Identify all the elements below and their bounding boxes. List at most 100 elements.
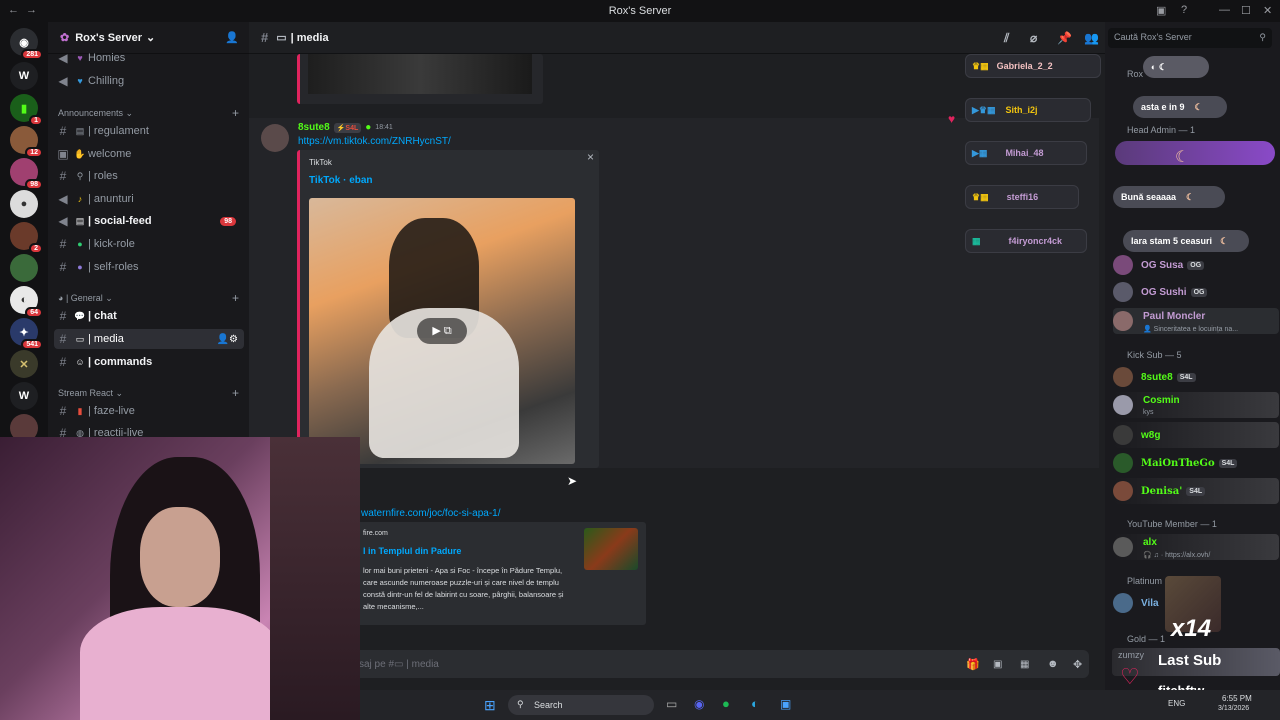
category-announcements[interactable]: Announcements ⌄ bbox=[58, 108, 133, 119]
emoji-icon[interactable]: ☻ bbox=[1047, 658, 1059, 670]
channel-faze-live[interactable]: # ▮ | faze-live bbox=[54, 401, 244, 421]
mute-icon[interactable]: ⌀ bbox=[1030, 31, 1037, 45]
category-general[interactable]: ◕ | General ⌄ bbox=[58, 293, 113, 304]
threads-icon[interactable]: ⫽ bbox=[1004, 31, 1009, 46]
video-thumbnail[interactable]: ▶ ⧉ bbox=[309, 198, 575, 464]
server-kick-icon[interactable]: ▮ 1 bbox=[10, 94, 43, 126]
title-bar: ← → Rox's Server ▣ ? — ☐ ✕ bbox=[0, 0, 1280, 22]
live-icon: ▮ bbox=[77, 405, 83, 416]
clock-time[interactable]: 6:55 PM bbox=[1222, 694, 1252, 703]
channel-chat[interactable]: # 💬 | chat bbox=[54, 306, 244, 326]
previous-media[interactable] bbox=[308, 54, 532, 94]
channel-self-roles[interactable]: # ● | self-roles bbox=[54, 257, 244, 277]
app-icon[interactable]: ▣ bbox=[780, 697, 791, 711]
embed-title[interactable]: TikTok · eban bbox=[309, 175, 373, 186]
channel-anunturi[interactable]: ◀ ♪ | anunturi bbox=[54, 189, 244, 209]
voice-channel-homies[interactable]: ◀ ♥ Homies bbox=[54, 48, 244, 68]
member-row[interactable]: Cosmin kys bbox=[1113, 392, 1279, 418]
message-input[interactable]: saj pe #▭ | media 🎁 ▣ ▦ ☻ ✥ bbox=[349, 650, 1089, 678]
minimize-icon[interactable]: — bbox=[1219, 4, 1230, 16]
server-avatar-icon[interactable]: ● bbox=[10, 190, 38, 218]
badge: 541 bbox=[21, 339, 43, 350]
add-user-icon[interactable]: 👤 bbox=[225, 31, 239, 44]
add-channel-icon[interactable]: + bbox=[232, 291, 239, 305]
megaphone-icon: ◀ bbox=[58, 192, 68, 206]
server-avatar-icon[interactable]: 12 bbox=[10, 126, 43, 158]
message-link[interactable]: waternfire.com/joc/foc-si-apa-1/ bbox=[361, 508, 501, 519]
channel-commands[interactable]: # ☺ | commands bbox=[54, 352, 244, 372]
add-channel-icon[interactable]: + bbox=[232, 106, 239, 120]
member-row-highlighted[interactable]: ☾ bbox=[1115, 141, 1275, 166]
spotify-icon[interactable]: ● bbox=[722, 696, 730, 711]
member-row[interactable]: OG Susa OG bbox=[1113, 252, 1279, 278]
help-icon[interactable]: ? bbox=[1181, 4, 1187, 16]
member-row[interactable]: alx 🎧 ♫ · https://alx.ovh/ bbox=[1113, 534, 1279, 560]
windows-start-icon[interactable]: ⊞ bbox=[484, 697, 496, 714]
embed-title[interactable]: l in Templul din Padure bbox=[363, 546, 461, 556]
close-embed-icon[interactable]: × bbox=[587, 150, 594, 164]
maximize-icon[interactable]: ☐ bbox=[1241, 4, 1251, 17]
add-channel-icon[interactable]: + bbox=[232, 386, 239, 400]
member-row[interactable]: OG Sushi OG bbox=[1113, 279, 1279, 305]
channel-kick-role[interactable]: # ● | kick-role bbox=[54, 234, 244, 254]
server-avatar-icon[interactable]: 98 bbox=[10, 158, 43, 190]
channel-welcome[interactable]: ▣ ✋ welcome bbox=[54, 144, 244, 164]
embed-thumbnail[interactable] bbox=[584, 528, 638, 570]
pin-icon[interactable]: 📌 bbox=[1057, 31, 1072, 45]
category-stream-react[interactable]: Stream React ⌄ bbox=[58, 388, 123, 399]
voice-user[interactable]: ♛▦ Gabriela_2_2 bbox=[965, 54, 1101, 78]
avatar bbox=[1113, 425, 1133, 445]
server-search[interactable]: Caută Rox's Server ⚲ bbox=[1108, 28, 1272, 48]
gif-icon[interactable]: ▣ bbox=[993, 659, 1002, 670]
moon-icon: ☾ bbox=[1175, 149, 1190, 166]
tiktok-embed: TikTok TikTok · eban × ▶ ⧉ bbox=[297, 150, 599, 468]
inbox-icon[interactable]: ▣ bbox=[1156, 4, 1166, 17]
server-avatar-icon[interactable]: ✦ 541 bbox=[10, 318, 43, 350]
last-sub-label: Last Sub bbox=[1158, 652, 1222, 669]
embed-provider: TikTok bbox=[309, 158, 332, 167]
webcam-feed bbox=[0, 437, 360, 720]
clock-date[interactable]: 3/13/2026 bbox=[1218, 705, 1249, 712]
discord-icon[interactable]: ◉ bbox=[694, 697, 704, 711]
server-avatar-icon[interactable]: ✕ bbox=[10, 350, 38, 378]
apps-icon[interactable]: ✥ bbox=[1073, 658, 1082, 671]
channel-social-feed[interactable]: ◀ ▤ | social-feed 98 bbox=[54, 211, 244, 231]
language-indicator[interactable]: ENG bbox=[1168, 699, 1185, 708]
message-author[interactable]: 8sute8 bbox=[298, 122, 330, 133]
message-link[interactable]: https://vm.tiktok.com/ZNRHycnST/ bbox=[298, 136, 451, 147]
edge-icon[interactable]: ◐ bbox=[751, 696, 759, 711]
server-avatar-icon[interactable]: 2 bbox=[10, 222, 43, 254]
member-row[interactable]: Denisa' S4L bbox=[1113, 478, 1279, 504]
member-row[interactable]: w8g bbox=[1113, 422, 1279, 448]
voice-channel-chilling[interactable]: ◀ ♥ Chilling bbox=[54, 71, 244, 91]
voice-user[interactable]: ▶♛▦ Sith_i2j bbox=[965, 98, 1091, 122]
voice-user[interactable]: ♛▦ steffi16 bbox=[965, 185, 1079, 209]
server-icon: ✿ bbox=[60, 32, 70, 44]
server-avatar-icon[interactable]: ◐ 64 bbox=[10, 286, 43, 318]
member-list-icon[interactable]: 👥 bbox=[1084, 31, 1099, 45]
gift-icon[interactable]: 🎁 bbox=[966, 658, 980, 671]
member-row[interactable]: MaiOnTheGo S4L bbox=[1113, 450, 1279, 476]
channel-media[interactable]: # ▭ | media 👤⚙ bbox=[54, 329, 244, 349]
channel-roles[interactable]: # ⚲ | roles bbox=[54, 166, 244, 186]
discord-home-icon[interactable]: ◉ 281 bbox=[10, 28, 43, 60]
voice-user[interactable]: ▶▦ Mihai_48 bbox=[965, 141, 1087, 165]
sticker-icon[interactable]: ▦ bbox=[1020, 659, 1029, 670]
taskbar-search[interactable]: ⚲ Search bbox=[508, 695, 654, 715]
server-avatar-icon[interactable] bbox=[10, 254, 38, 282]
avatar[interactable] bbox=[261, 124, 289, 152]
channel-regulament[interactable]: # ▤ | regulament bbox=[54, 121, 244, 141]
settings-gear-icon[interactable]: 👤⚙ bbox=[217, 334, 238, 345]
member-row[interactable]: Paul Moncler 👤 Sinceritatea e locuința na… bbox=[1113, 308, 1279, 334]
close-window-icon[interactable]: ✕ bbox=[1263, 4, 1272, 17]
member-name: Cosmin bbox=[1143, 395, 1180, 406]
server-w-icon[interactable]: W bbox=[10, 62, 38, 90]
member-row[interactable]: 8sute8 S4L bbox=[1113, 364, 1279, 390]
voice-user[interactable]: ▦ f4iryoncr4ck bbox=[965, 229, 1087, 253]
play-button[interactable]: ▶ ⧉ bbox=[417, 318, 467, 344]
files-icon[interactable]: ▭ bbox=[666, 697, 677, 711]
wave-icon: ✋ bbox=[74, 148, 86, 159]
member-name: OG Susa bbox=[1141, 259, 1184, 271]
server-avatar-icon[interactable]: W bbox=[10, 382, 38, 410]
member-list: ◐ ☾ Rox asta e in 9 ☾ Head Admin — 1 ☾ Bu… bbox=[1105, 54, 1280, 654]
